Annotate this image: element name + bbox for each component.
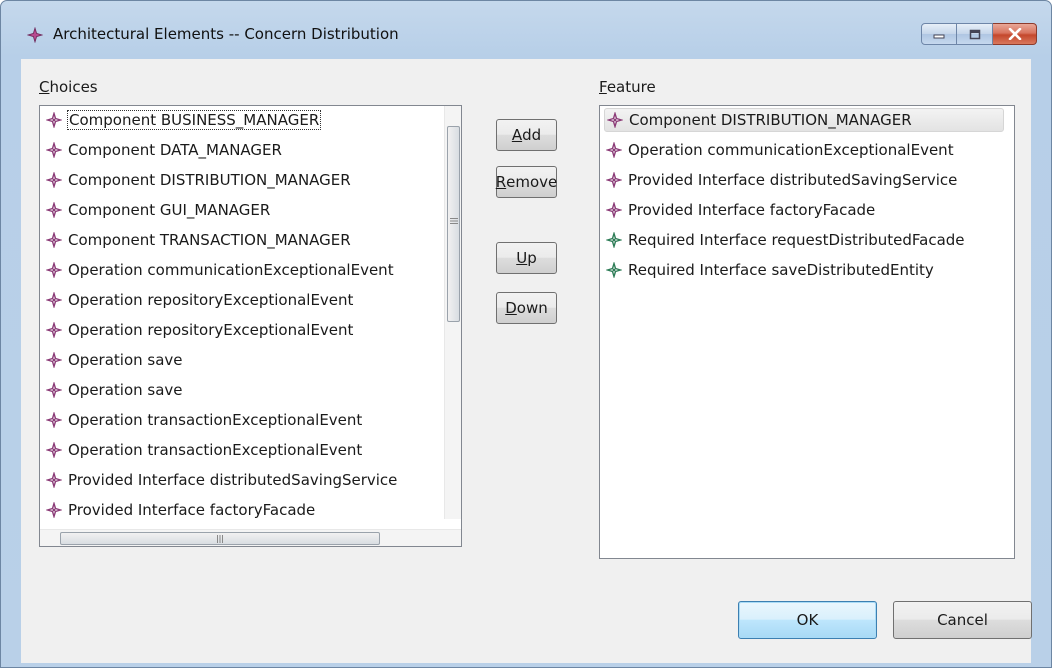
list-item[interactable]: Operation repositoryExceptionalEvent (46, 288, 353, 312)
minimize-button[interactable] (921, 23, 957, 45)
list-item[interactable]: Operation communicationExceptionalEvent (46, 258, 394, 282)
down-button[interactable]: Down (496, 292, 557, 324)
list-item-label: Component GUI_MANAGER (68, 201, 271, 219)
maximize-icon (969, 29, 980, 39)
close-button[interactable] (993, 23, 1037, 45)
choices-vertical-scroll-thumb[interactable] (447, 126, 460, 322)
operation-diamond-icon (46, 412, 62, 428)
list-item-label: Operation save (68, 351, 183, 369)
choices-vertical-scrollbar[interactable] (444, 106, 461, 519)
list-item[interactable]: Operation transactionExceptionalEvent (46, 438, 362, 462)
title-bar[interactable]: Architectural Elements -- Concern Distri… (1, 1, 1051, 59)
list-item[interactable]: Component TRANSACTION_MANAGER (46, 228, 351, 252)
choices-horizontal-scrollbar[interactable] (40, 529, 461, 546)
list-item-label: Operation repositoryExceptionalEvent (68, 291, 354, 309)
list-item-label: Provided Interface distributedSavingServ… (628, 171, 958, 189)
dialog-window: Architectural Elements -- Concern Distri… (0, 0, 1052, 668)
grip-icon (217, 535, 223, 543)
operation-diamond-icon (46, 352, 62, 368)
list-item-label: Component BUSINESS_MANAGER (66, 110, 322, 130)
list-item[interactable]: Component DISTRIBUTION_MANAGER (604, 108, 1004, 132)
component-diamond-icon (607, 112, 623, 128)
list-item[interactable]: Component DATA_MANAGER (46, 138, 282, 162)
list-item-label: Component DATA_MANAGER (68, 141, 282, 159)
list-item[interactable]: Required Interface requestDistributedFac… (606, 228, 965, 252)
list-item-label: Required Interface saveDistributedEntity (628, 261, 934, 279)
list-item[interactable]: Operation transactionExceptionalEvent (46, 408, 362, 432)
list-item-label: Operation repositoryExceptionalEvent (68, 321, 354, 339)
operation-diamond-icon (46, 262, 62, 278)
list-item[interactable]: Operation save (46, 378, 183, 402)
list-item-label: Provided Interface distributedSavingServ… (68, 471, 398, 489)
list-item-label: Component DISTRIBUTION_MANAGER (68, 171, 351, 189)
remove-button[interactable]: Remove (496, 166, 557, 198)
operation-diamond-icon (46, 382, 62, 398)
list-item-label: Operation communicationExceptionalEvent (68, 261, 394, 279)
list-item-label: Provided Interface factoryFacade (628, 201, 876, 219)
interface-diamond-icon (46, 472, 62, 488)
interface-diamond-icon (606, 202, 622, 218)
list-item[interactable]: Component BUSINESS_MANAGER (46, 108, 322, 132)
list-item[interactable]: Component GUI_MANAGER (46, 198, 270, 222)
feature-list[interactable]: Component DISTRIBUTION_MANAGER Operation … (599, 105, 1015, 559)
feature-label: Feature (599, 78, 656, 96)
window-title: Architectural Elements -- Concern Distri… (53, 25, 399, 43)
component-diamond-icon (46, 112, 62, 128)
component-diamond-icon (46, 172, 62, 188)
window-controls (921, 23, 1037, 45)
list-item[interactable]: Component DISTRIBUTION_MANAGER (46, 168, 351, 192)
required-interface-diamond-icon (606, 232, 622, 248)
list-item[interactable]: Provided Interface distributedSavingServ… (46, 468, 397, 492)
choices-list[interactable]: Component BUSINESS_MANAGER Component DATA… (39, 105, 462, 547)
operation-diamond-icon (46, 322, 62, 338)
list-item[interactable]: Provided Interface factoryFacade (606, 198, 875, 222)
component-diamond-icon (46, 202, 62, 218)
list-item-label: Provided Interface factoryFacade (68, 501, 316, 519)
list-item-label: Operation transactionExceptionalEvent (68, 441, 363, 459)
add-button[interactable]: Add (496, 119, 557, 151)
ok-button[interactable]: OK (738, 601, 877, 639)
list-item-label: Operation transactionExceptionalEvent (68, 411, 363, 429)
list-item-label: Component DISTRIBUTION_MANAGER (629, 111, 912, 129)
operation-diamond-icon (606, 142, 622, 158)
cancel-button[interactable]: Cancel (893, 601, 1032, 639)
choices-horizontal-scroll-thumb[interactable] (60, 532, 380, 545)
choices-label: Choices (39, 78, 98, 96)
list-item-label: Operation save (68, 381, 183, 399)
list-item[interactable]: Provided Interface factoryFacade (46, 498, 315, 522)
list-item[interactable]: Provided Interface distributedSavingServ… (606, 168, 957, 192)
list-item-label: Operation communicationExceptionalEvent (628, 141, 954, 159)
dialog-client-area: Choices Component BUSINESS_MANAGER Compon… (21, 59, 1032, 663)
list-item[interactable]: Operation repositoryExceptionalEvent (46, 318, 353, 342)
component-diamond-icon (46, 142, 62, 158)
grip-icon (450, 218, 458, 224)
minimize-icon (933, 34, 945, 39)
maximize-button[interactable] (957, 23, 993, 45)
list-item[interactable]: Required Interface saveDistributedEntity (606, 258, 934, 282)
required-interface-diamond-icon (606, 262, 622, 278)
operation-diamond-icon (46, 292, 62, 308)
operation-diamond-icon (46, 442, 62, 458)
up-button[interactable]: Up (496, 242, 557, 274)
plugin-diamond-icon (27, 27, 43, 43)
close-icon (1008, 28, 1021, 40)
interface-diamond-icon (606, 172, 622, 188)
list-item-label: Component TRANSACTION_MANAGER (68, 231, 351, 249)
interface-diamond-icon (46, 502, 62, 518)
list-item-label: Required Interface requestDistributedFac… (628, 231, 965, 249)
list-item[interactable]: Operation communicationExceptionalEvent (606, 138, 954, 162)
component-diamond-icon (46, 232, 62, 248)
list-item[interactable]: Operation save (46, 348, 183, 372)
